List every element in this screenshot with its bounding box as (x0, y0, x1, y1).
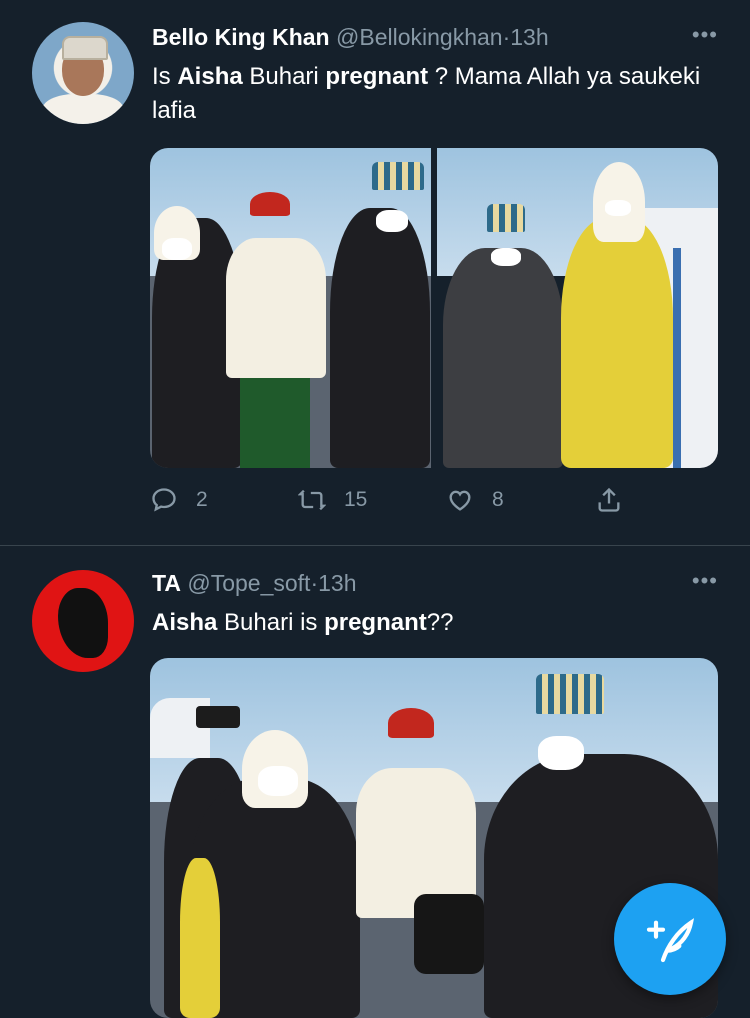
figure-handbag (414, 894, 484, 974)
media-photo[interactable] (150, 148, 431, 468)
tweet-text-bold: Aisha (152, 609, 218, 636)
retweet-button[interactable]: 15 (298, 480, 367, 520)
figure-guard-cap (388, 708, 434, 738)
like-count: 8 (492, 488, 504, 511)
figure-guard-cap (250, 192, 290, 216)
figure-robed-man (330, 208, 430, 468)
compose-tweet-icon (646, 918, 695, 963)
retweet-count: 15 (344, 488, 368, 511)
avatar-figure-body (42, 94, 124, 124)
figure-mask (605, 200, 631, 216)
reply-button[interactable]: 2 (150, 480, 208, 520)
figure-mask (538, 736, 584, 770)
author-handle[interactable]: @Bellokingkhan (336, 24, 503, 50)
author-name[interactable]: Bello King Khan (152, 24, 330, 50)
figure-cap (536, 674, 604, 714)
figure-guard-uniform (226, 238, 326, 378)
tweet-text: Aisha Buhari is pregnant?? (152, 609, 454, 636)
figure-cap (372, 162, 424, 190)
reply-icon (152, 488, 176, 512)
avatar-silhouette (58, 588, 108, 658)
like-button[interactable]: 8 (446, 480, 504, 520)
avatar[interactable] (32, 570, 134, 672)
figure-yellow-trim (180, 858, 220, 1018)
tweet-header: Bello King Khan @Bellokingkhan·13h (152, 22, 549, 52)
separator-dot: · (310, 570, 319, 596)
share-icon (598, 487, 620, 512)
tweet-actions: 2 15 8 (150, 480, 630, 520)
more-horizontal-icon[interactable]: ••• (692, 568, 718, 594)
retweet-icon (298, 489, 326, 511)
tweet-text-bold: pregnant (325, 63, 429, 90)
tweet-text: Is Aisha Buhari pregnant ? Mama Allah ya… (152, 63, 701, 124)
avatar-figure-cap (62, 36, 108, 60)
reply-count: 2 (196, 488, 208, 511)
photo-stair-rail (673, 248, 681, 468)
author-name[interactable]: TA (152, 570, 181, 596)
avatar[interactable] (32, 22, 134, 124)
media-photo[interactable] (437, 148, 718, 468)
figure-mask (376, 210, 408, 232)
tweet-header: TA @Tope_soft·13h (152, 568, 356, 598)
figure-mask (258, 766, 298, 796)
figure-yellow-robe (561, 218, 673, 468)
figure-cap (487, 204, 525, 232)
more-horizontal-icon[interactable]: ••• (692, 22, 718, 48)
tweet-text-bold: Aisha (177, 63, 243, 90)
tweet-time[interactable]: 13h (318, 570, 356, 596)
compose-tweet-button[interactable] (614, 883, 726, 995)
tweet-time[interactable]: 13h (510, 24, 548, 50)
tweet-media[interactable] (150, 148, 718, 468)
tweet-text-bold: pregnant (324, 609, 427, 636)
figure-robed-man (443, 248, 563, 468)
author-handle[interactable]: @Tope_soft (187, 570, 310, 596)
figure-mask (491, 248, 521, 266)
share-button[interactable] (595, 480, 641, 520)
figure-guard-trousers (240, 378, 310, 468)
heart-icon (449, 490, 471, 511)
figure-mask (162, 238, 192, 260)
tweet-divider (0, 545, 750, 546)
figure-officer-cap (196, 706, 240, 728)
